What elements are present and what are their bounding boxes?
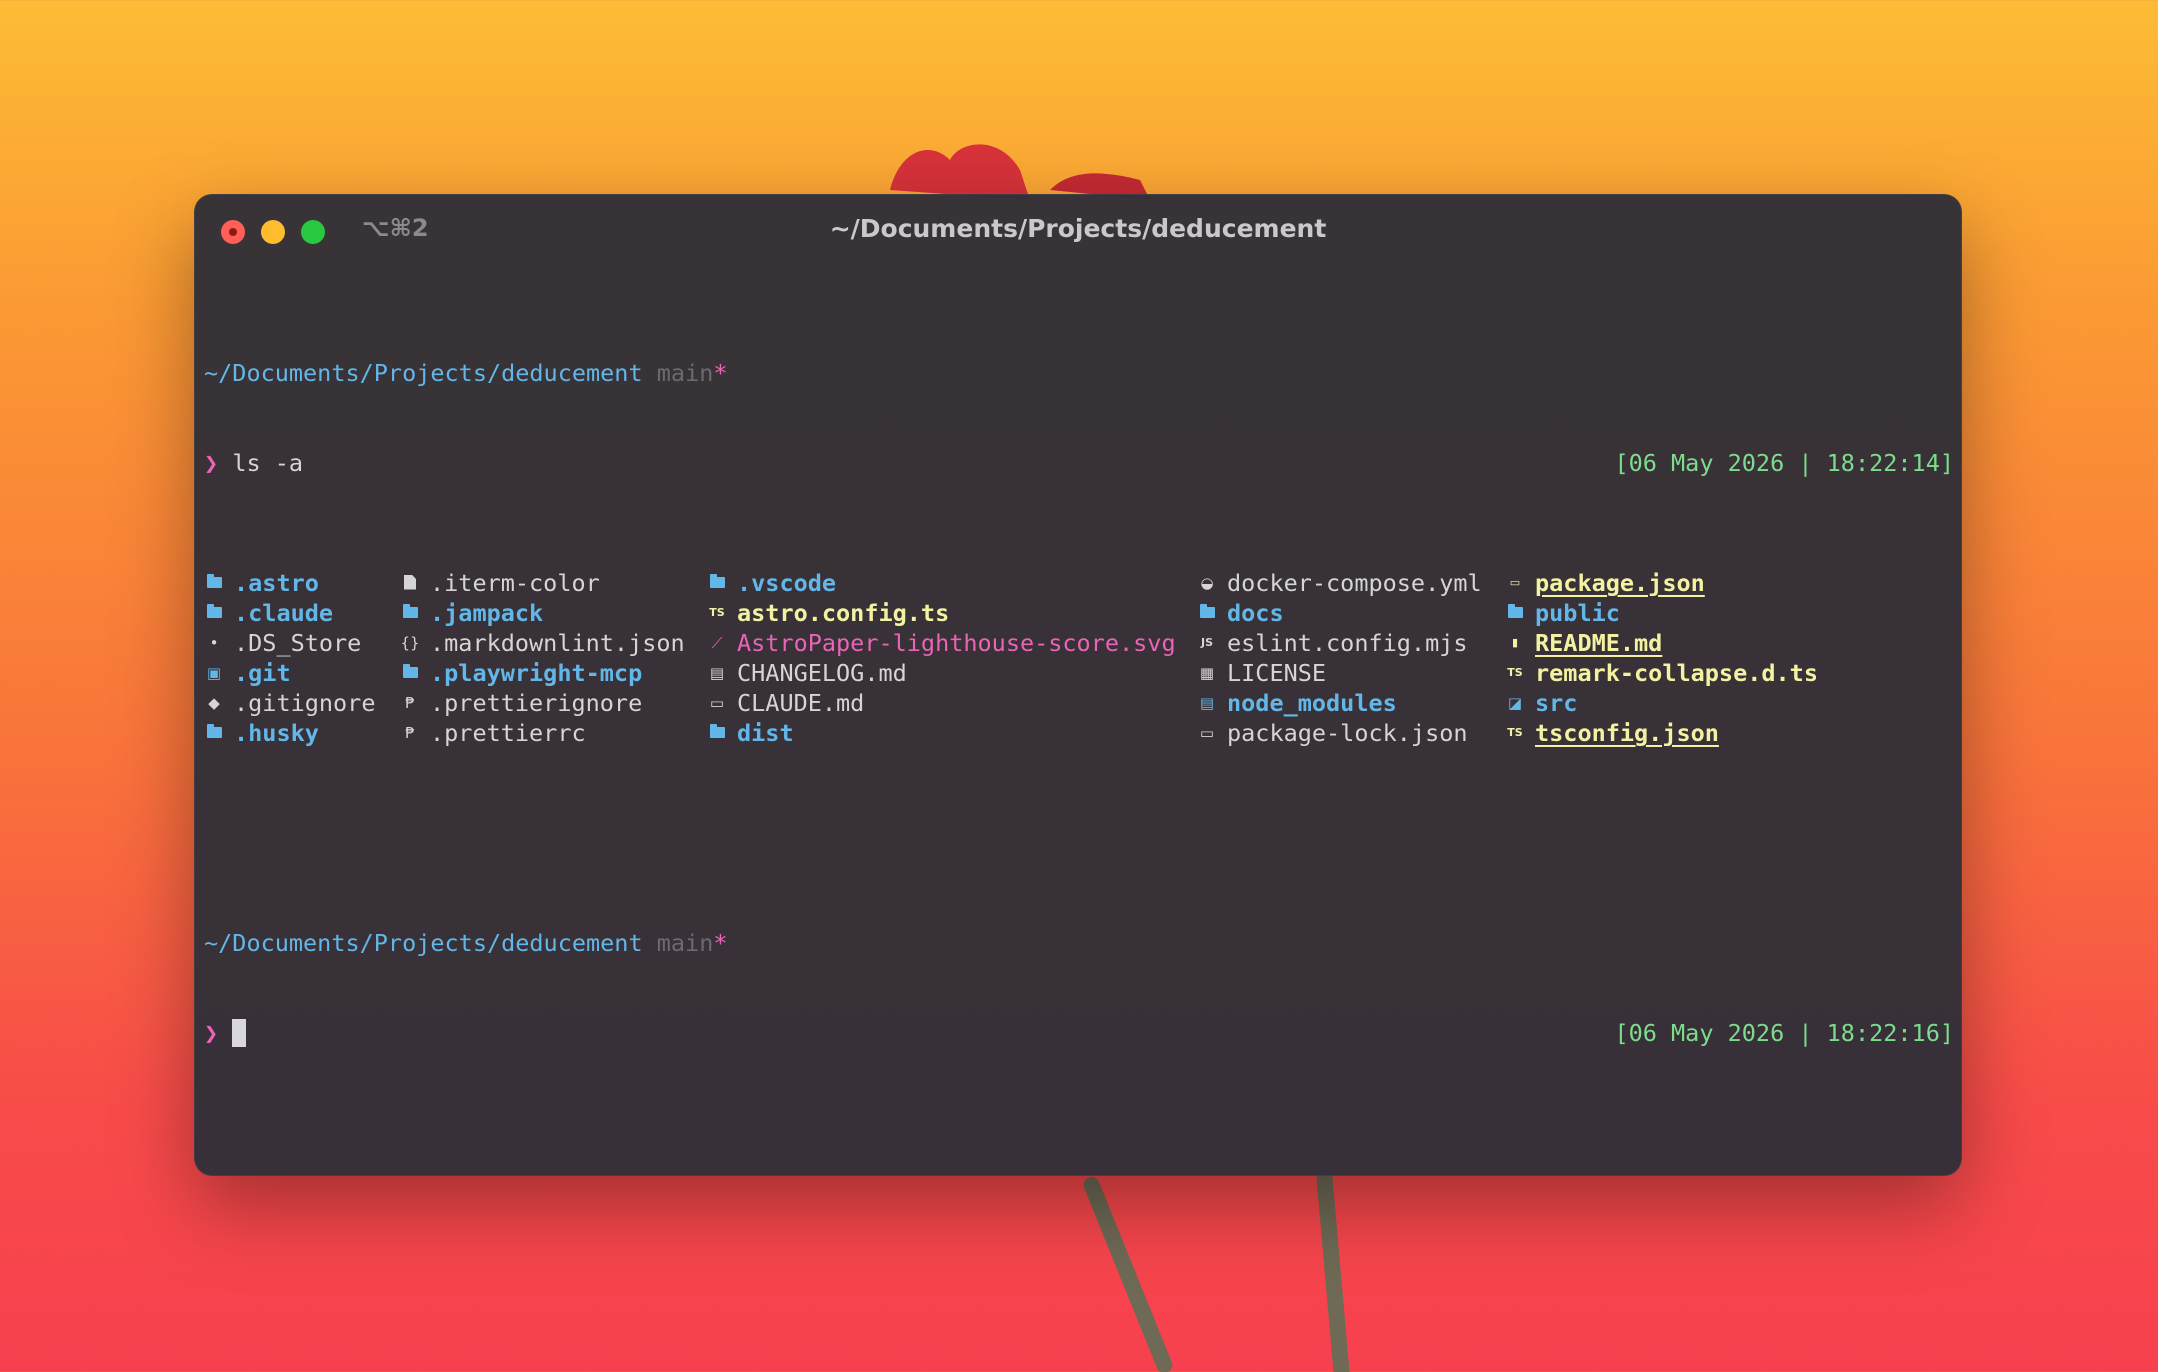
file-name: .markdownlint.json bbox=[430, 629, 685, 657]
prompt-path: ~/Documents/Projects/deducement bbox=[204, 359, 643, 387]
terminal-window[interactable]: ⌥⌘2 ~/Documents/Projects/deducement ~/Do… bbox=[194, 194, 1962, 1176]
folder-icon bbox=[204, 718, 224, 748]
file-name: .jampack bbox=[430, 599, 544, 627]
folder-icon bbox=[400, 658, 420, 688]
file-name: .gitignore bbox=[234, 689, 376, 717]
command-timestamp: [06 May 2026 | 18:22:14] bbox=[1614, 449, 1954, 477]
flower-stem bbox=[1081, 1174, 1175, 1372]
file-name: CHANGELOG.md bbox=[737, 659, 907, 687]
file-name: src bbox=[1535, 689, 1578, 717]
file-name: .prettierignore bbox=[430, 689, 643, 717]
folder-icon bbox=[1505, 598, 1525, 628]
json-icon: {} bbox=[400, 634, 420, 652]
file-name: .prettierrc bbox=[430, 719, 586, 747]
typescript-icon: TS bbox=[1507, 726, 1523, 739]
git-dirty-marker: * bbox=[713, 359, 728, 387]
file-name: .vscode bbox=[737, 569, 837, 597]
git-dirty-marker: * bbox=[713, 929, 728, 957]
prompt-line: ~/Documents/Projects/deducement main* bbox=[204, 358, 1954, 388]
folder-icon bbox=[707, 718, 727, 748]
file-name: package-lock.json bbox=[1227, 719, 1468, 747]
window-title: ~/Documents/Projects/deducement bbox=[829, 214, 1327, 243]
input-line[interactable]: ❯ [06 May 2026 | 18:22:16] bbox=[204, 1018, 1954, 1048]
folder-icon bbox=[400, 598, 420, 628]
prettier-icon: ₱ bbox=[405, 694, 415, 712]
command-text: ls -a bbox=[232, 449, 304, 477]
file-name: .DS_Store bbox=[234, 629, 362, 657]
file-name: dist bbox=[737, 719, 794, 747]
terminal-content[interactable]: ~/Documents/Projects/deducement main* ❯ … bbox=[204, 298, 1954, 1108]
changelog-icon: ▤ bbox=[709, 664, 725, 682]
prettier-icon: ₱ bbox=[405, 724, 415, 742]
prompt-path: ~/Documents/Projects/deducement bbox=[204, 929, 643, 957]
file-name: node_modules bbox=[1227, 689, 1397, 717]
file-name: docker-compose.yml bbox=[1227, 569, 1482, 597]
git-folder-icon: ▣ bbox=[206, 664, 222, 682]
prompt-timestamp: [06 May 2026 | 18:22:16] bbox=[1614, 1019, 1954, 1047]
folder-icon bbox=[204, 598, 224, 628]
git-icon: ◆ bbox=[208, 694, 220, 712]
typescript-icon: TS bbox=[1507, 666, 1523, 679]
git-branch: main bbox=[656, 929, 714, 957]
file-name: .playwright-mcp bbox=[430, 659, 643, 687]
javascript-icon: JS bbox=[1200, 636, 1213, 649]
file-name: .claude bbox=[234, 599, 334, 627]
apple-icon: • bbox=[209, 634, 219, 652]
prompt-arrow-icon: ❯ bbox=[204, 449, 219, 477]
folder-icon bbox=[204, 568, 224, 598]
flower-stem bbox=[1315, 1169, 1351, 1372]
svg-icon: ⟋ bbox=[711, 634, 723, 652]
npm-icon: ▭ bbox=[1509, 576, 1521, 589]
folder-icon bbox=[707, 568, 727, 598]
file-name: astro.config.ts bbox=[737, 599, 950, 627]
file-name: tsconfig.json bbox=[1535, 719, 1719, 747]
file-name: README.md bbox=[1535, 629, 1663, 657]
git-branch: main bbox=[656, 359, 714, 387]
command-line: ❯ ls -a [06 May 2026 | 18:22:14] bbox=[204, 448, 1954, 478]
text-cursor[interactable] bbox=[232, 1019, 247, 1047]
file-name: eslint.config.mjs bbox=[1227, 629, 1468, 657]
file-name: remark-collapse.d.ts bbox=[1535, 659, 1818, 687]
npm-icon: ▭ bbox=[1199, 724, 1215, 742]
license-icon: ▦ bbox=[1199, 664, 1215, 682]
file-name: .husky bbox=[234, 719, 319, 747]
src-folder-icon: ◪ bbox=[1507, 694, 1523, 712]
file-name: .astro bbox=[234, 569, 319, 597]
readme-icon: ▮ bbox=[1511, 636, 1519, 649]
title-bar[interactable]: ⌥⌘2 ~/Documents/Projects/deducement bbox=[194, 194, 1962, 270]
docker-icon: ◒ bbox=[1200, 574, 1214, 592]
file-name: .git bbox=[234, 659, 291, 687]
file-name: public bbox=[1535, 599, 1620, 627]
file-name: .iterm-color bbox=[430, 569, 600, 597]
prompt-arrow-icon: ❯ bbox=[204, 1019, 219, 1047]
prompt-line: ~/Documents/Projects/deducement main* bbox=[204, 928, 1954, 958]
file-name: AstroPaper-lighthouse-score.svg bbox=[737, 629, 1176, 657]
file-name: LICENSE bbox=[1227, 659, 1327, 687]
file-name: CLAUDE.md bbox=[737, 689, 865, 717]
ls-output: .astro .claude • .DS_Store ▣ .git ◆ .gitignore.… bbox=[204, 568, 1954, 748]
markdown-icon: ▭ bbox=[709, 694, 725, 712]
file-name: docs bbox=[1227, 599, 1284, 627]
folder-icon bbox=[1197, 598, 1217, 628]
file-icon bbox=[400, 568, 420, 598]
node-folder-icon: ▤ bbox=[1199, 694, 1215, 712]
file-name: package.json bbox=[1535, 569, 1705, 597]
typescript-icon: TS bbox=[709, 606, 725, 619]
